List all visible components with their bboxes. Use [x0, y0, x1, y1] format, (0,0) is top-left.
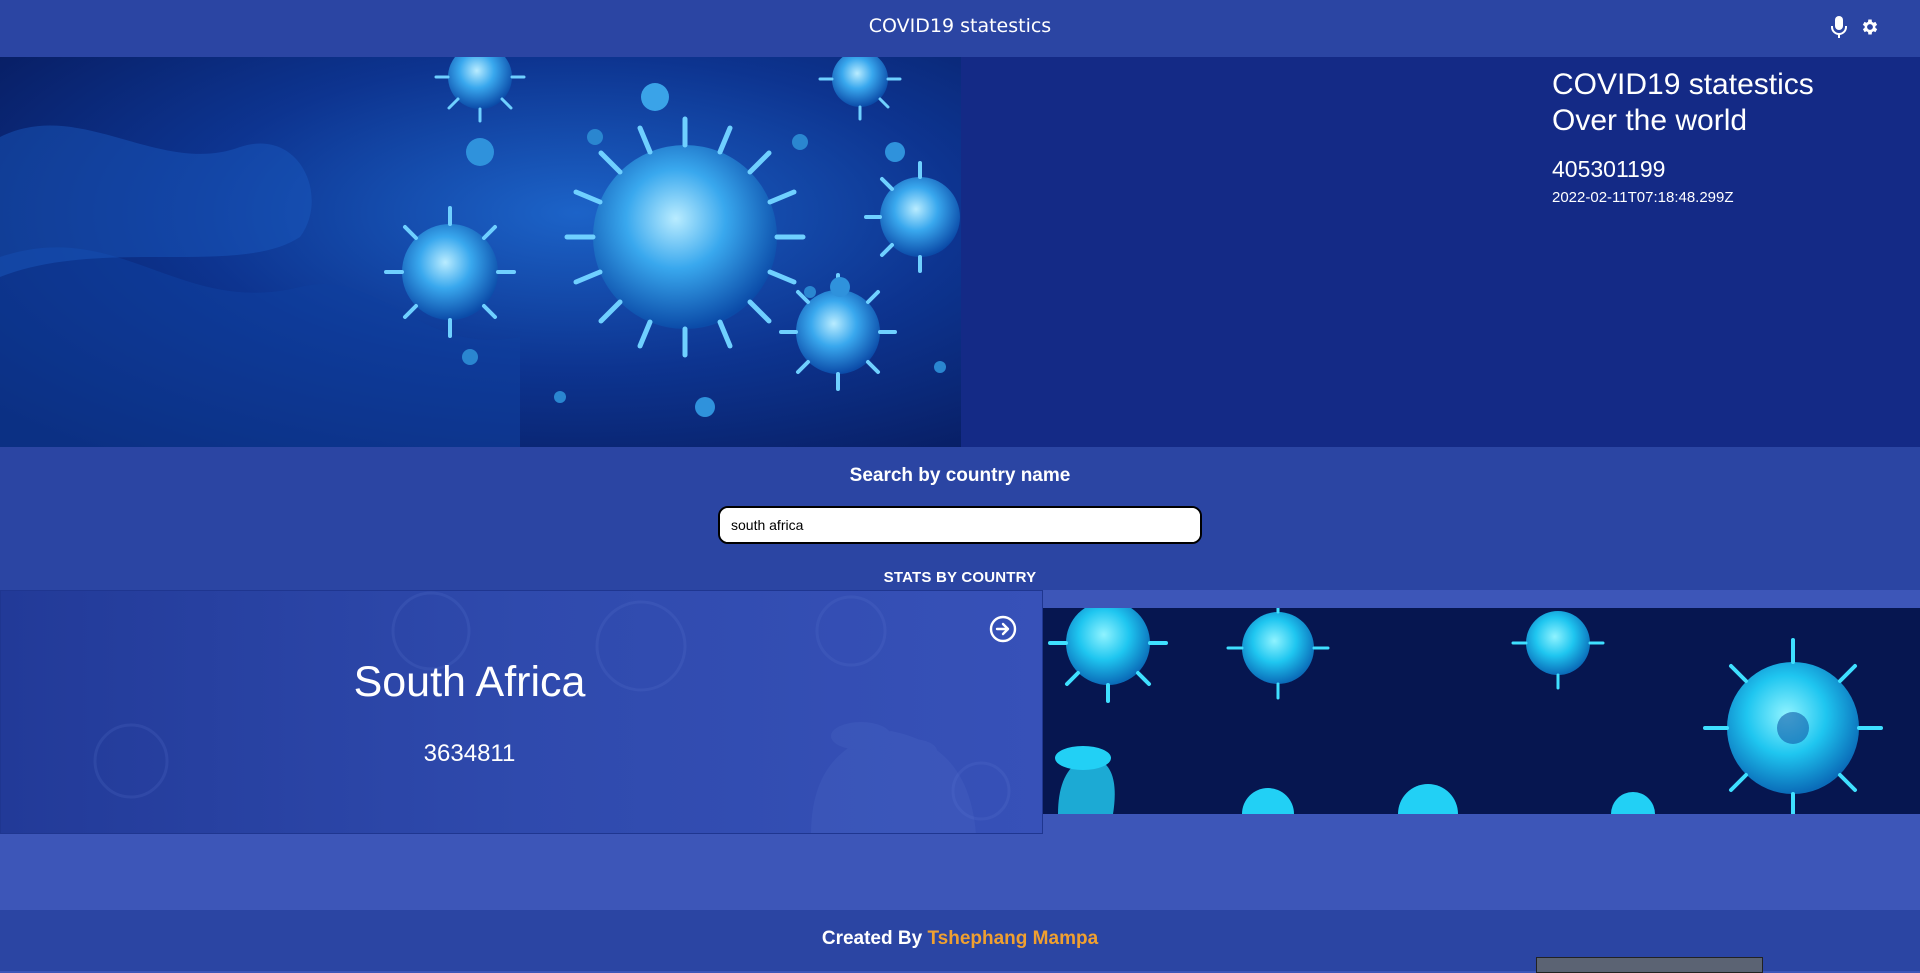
gear-icon[interactable]	[1860, 15, 1880, 39]
top-bar: COVID19 statestics	[0, 0, 1920, 57]
country-cases: 3634811	[423, 740, 516, 767]
virus-banner-image	[1043, 608, 1920, 814]
app-title: COVID19 statestics	[868, 15, 1052, 37]
footer-author-link[interactable]: Tshephang Mampa	[927, 928, 1098, 949]
last-updated-date: 2022-02-11T07:18:48.299Z	[1552, 189, 1734, 206]
world-total-cases: 405301199	[1552, 156, 1666, 182]
arrow-right-circle-icon[interactable]	[989, 615, 1017, 643]
stats-heading: STATS BY COUNTRY	[883, 569, 1037, 586]
footer-prefix: Created By	[821, 928, 923, 949]
hero-heading-line2: Over the world	[1552, 104, 1748, 137]
footer-credit: Created By Tshephang Mampa	[0, 928, 1920, 950]
country-name: South Africa	[353, 658, 586, 706]
hero-heading: COVID19 statestics Over the world	[1552, 67, 1912, 139]
hero-summary: COVID19 statestics Over the world 405301…	[1552, 67, 1912, 207]
card-background-pattern	[93, 591, 1011, 833]
hero-section: COVID19 statestics Over the world 405301…	[0, 57, 1920, 447]
hero-heading-line1: COVID19 statestics	[1552, 68, 1814, 101]
microphone-icon[interactable]	[1829, 15, 1849, 39]
country-search-input[interactable]	[718, 506, 1202, 544]
search-label: Search by country name	[849, 465, 1071, 486]
country-stats-card: South Africa 3634811	[0, 590, 1043, 834]
search-section: Search by country name STATS BY COUNTRY	[0, 447, 1920, 590]
virus-hero-image	[0, 57, 961, 447]
